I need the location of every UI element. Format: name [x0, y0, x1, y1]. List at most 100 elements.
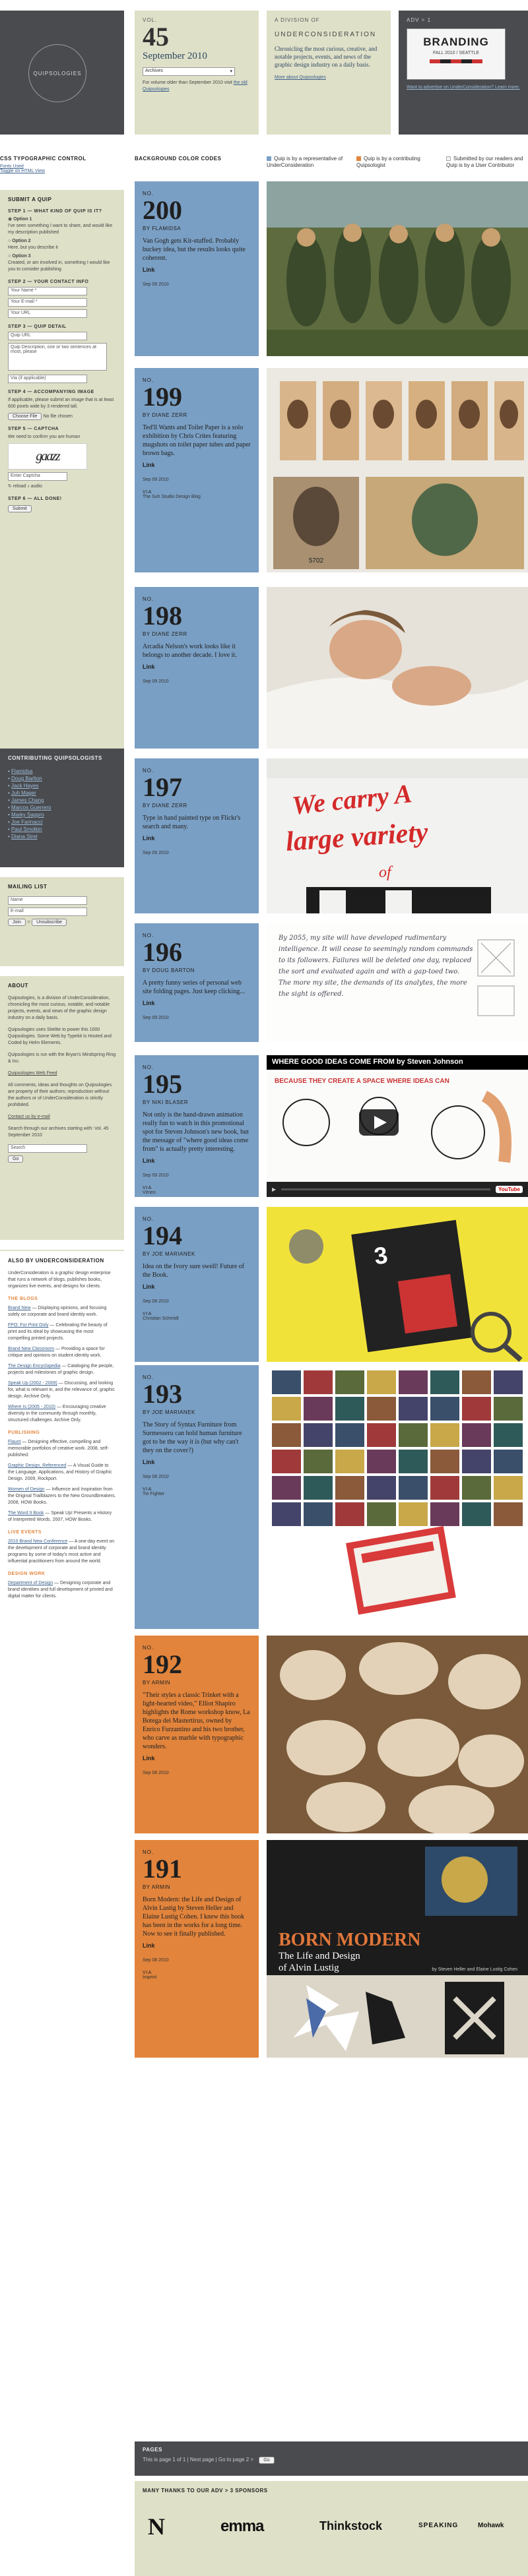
- post-196-image[interactable]: By 2055, my site will have developed rud…: [267, 923, 528, 1042]
- post-link[interactable]: Link: [143, 1459, 251, 1465]
- sponsor-n-logo[interactable]: N: [148, 2513, 165, 2540]
- audio-icon[interactable]: ♪: [27, 484, 30, 489]
- post-author[interactable]: BY FLAMIDSA: [143, 226, 251, 231]
- post-191-image[interactable]: BORN MODERN The Life and Design of Alvin…: [267, 1840, 528, 2058]
- mailing-name-field[interactable]: Name: [8, 896, 87, 905]
- fonts-used-link[interactable]: Fonts Used: [0, 164, 124, 169]
- pagination-text[interactable]: This is page 1 of 1 | Next page | Go to …: [143, 2457, 253, 2463]
- contributor-link[interactable]: Diana Strel: [11, 834, 38, 840]
- contributor-link[interactable]: Juh Mager: [11, 790, 36, 796]
- audio-link[interactable]: audio: [31, 484, 42, 489]
- captcha-field[interactable]: Enter Captcha: [8, 472, 67, 481]
- search-input[interactable]: Search: [8, 1144, 87, 1153]
- also-books-link[interactable]: Flaunt: [8, 1440, 20, 1444]
- adv-banner[interactable]: BRANDING FALL 2010 / SEATTLE: [407, 28, 506, 80]
- contributor-link[interactable]: Paul Smolkin: [11, 826, 42, 832]
- post-author[interactable]: BY ARMIN: [143, 1680, 251, 1686]
- quip-url-field[interactable]: Quip URL: [8, 332, 87, 340]
- post-author[interactable]: BY NIKI BLASER: [143, 1099, 251, 1105]
- advertise-link[interactable]: Want to advertise on UnderConsideration?…: [407, 85, 520, 90]
- also-books-link[interactable]: The Word It Book: [8, 1511, 44, 1516]
- url-field[interactable]: Your URL: [8, 309, 87, 318]
- post-link[interactable]: Link: [143, 1000, 251, 1006]
- name-field[interactable]: Your Name *: [8, 287, 87, 295]
- post-author[interactable]: BY DIANE ZERR: [143, 412, 251, 418]
- post-193-image[interactable]: [267, 1365, 528, 1629]
- contributor-link[interactable]: Flamidsa: [11, 768, 32, 774]
- also-blogs-link[interactable]: Speak Up (2002 - 2009): [8, 1381, 57, 1386]
- site-logo-box[interactable]: QUIPSOLOGIES: [0, 11, 124, 135]
- reload-link[interactable]: reload: [13, 484, 26, 489]
- option2-radio[interactable]: ○: [8, 239, 11, 243]
- html-view-link[interactable]: Toggle on HTML View: [0, 169, 124, 173]
- web-feed-link[interactable]: Quipsologies Web Feed: [8, 1070, 116, 1077]
- also-books-link[interactable]: Women of Design: [8, 1487, 45, 1492]
- option3-radio[interactable]: ○: [8, 254, 11, 259]
- post-author[interactable]: BY JOE MARIANEK: [143, 1251, 251, 1257]
- mailing-email-field[interactable]: E-mail: [8, 907, 87, 916]
- post-link[interactable]: Link: [143, 462, 251, 468]
- search-go-button[interactable]: Go: [8, 1155, 24, 1163]
- post-via-value[interactable]: The Suh Studio Design Blog: [143, 495, 251, 499]
- contributor-link[interactable]: Doug Barlton: [11, 776, 42, 782]
- post-number[interactable]: 198: [143, 602, 251, 630]
- via-field[interactable]: Via (if applicable): [8, 375, 87, 383]
- sponsor-speaking-logo[interactable]: SPEAKING: [418, 2522, 458, 2529]
- post-198-image[interactable]: [267, 587, 528, 749]
- contact-email-link[interactable]: Contact us by e-mail: [8, 1114, 116, 1120]
- more-about-link[interactable]: More about Quipsologies: [275, 75, 383, 80]
- unsubscribe-radio[interactable]: ○: [27, 919, 30, 925]
- also-work-link[interactable]: Department of Design: [8, 1581, 53, 1585]
- also-books-link[interactable]: Graphic Design, Referenced: [8, 1463, 66, 1468]
- archive-select[interactable]: Archives ▾: [143, 67, 235, 76]
- post-link[interactable]: Link: [143, 835, 251, 842]
- post-author[interactable]: BY DIANE ZERR: [143, 803, 251, 809]
- option1-radio[interactable]: ◉: [8, 217, 12, 222]
- also-blogs-link[interactable]: Brand New: [8, 1306, 31, 1310]
- post-link[interactable]: Link: [143, 1157, 251, 1164]
- post-199-image[interactable]: 5702: [267, 368, 528, 572]
- sponsor-thinkstock-logo[interactable]: Thinkstock: [319, 2519, 382, 2533]
- submit-button[interactable]: Submit: [8, 505, 32, 512]
- post-192-image[interactable]: [267, 1636, 528, 1833]
- post-author[interactable]: BY ARMIN: [143, 1884, 251, 1890]
- contributor-link[interactable]: Joe Farinacci: [11, 819, 43, 825]
- contributor-link[interactable]: Jack Hayes: [11, 783, 38, 789]
- also-blogs-link[interactable]: Where Is (2005 - 2010): [8, 1405, 55, 1409]
- post-number[interactable]: 195: [143, 1070, 251, 1098]
- play-icon[interactable]: ▶: [272, 1186, 276, 1192]
- post-link[interactable]: Link: [143, 1942, 251, 1949]
- unsubscribe-button[interactable]: Unsubscribe: [32, 919, 67, 926]
- post-link[interactable]: Link: [143, 1755, 251, 1762]
- post-via-value[interactable]: Vimeo: [143, 1190, 251, 1195]
- join-button[interactable]: Join: [8, 919, 26, 926]
- contributor-link[interactable]: Marky Sappro: [11, 812, 44, 818]
- sponsor-mohawk-logo[interactable]: Mohawk: [478, 2522, 504, 2529]
- post-195-video[interactable]: WHERE GOOD IDEAS COME FROM by Steven Joh…: [267, 1055, 528, 1197]
- post-via-value[interactable]: Imprint: [143, 1975, 251, 1980]
- post-via-value[interactable]: Tie Fighter: [143, 1492, 251, 1496]
- post-number[interactable]: 199: [143, 383, 251, 411]
- post-via-value[interactable]: Christian Schmidt: [143, 1316, 251, 1321]
- contributor-link[interactable]: Marcos Guerrero: [11, 805, 51, 811]
- post-number[interactable]: 197: [143, 774, 251, 801]
- reload-icon[interactable]: ↻: [8, 484, 12, 489]
- post-200-image[interactable]: [267, 181, 528, 356]
- post-197-image[interactable]: We carry A large variety of: [267, 758, 528, 913]
- post-link[interactable]: Link: [143, 663, 251, 670]
- also-blogs-link[interactable]: The Design Encyclopedia: [8, 1364, 60, 1368]
- email-field[interactable]: Your E-mail *: [8, 298, 87, 307]
- post-author[interactable]: BY DOUG BARTON: [143, 967, 251, 973]
- post-number[interactable]: 193: [143, 1380, 251, 1408]
- also-blogs-link[interactable]: Brand New Classroom: [8, 1347, 54, 1351]
- post-author[interactable]: BY DIANE ZERR: [143, 631, 251, 637]
- post-author[interactable]: BY JOE MARIANEK: [143, 1409, 251, 1415]
- post-link[interactable]: Link: [143, 1283, 251, 1290]
- post-number[interactable]: 191: [143, 1855, 251, 1883]
- choose-file-button[interactable]: Choose File: [8, 413, 42, 420]
- post-number[interactable]: 192: [143, 1651, 251, 1678]
- post-194-image[interactable]: 3: [267, 1207, 528, 1362]
- site-logo[interactable]: QUIPSOLOGIES: [28, 44, 86, 102]
- pagination-go-button[interactable]: Go: [259, 2457, 275, 2464]
- also-blogs-link[interactable]: FPO: For Print Only: [8, 1323, 48, 1328]
